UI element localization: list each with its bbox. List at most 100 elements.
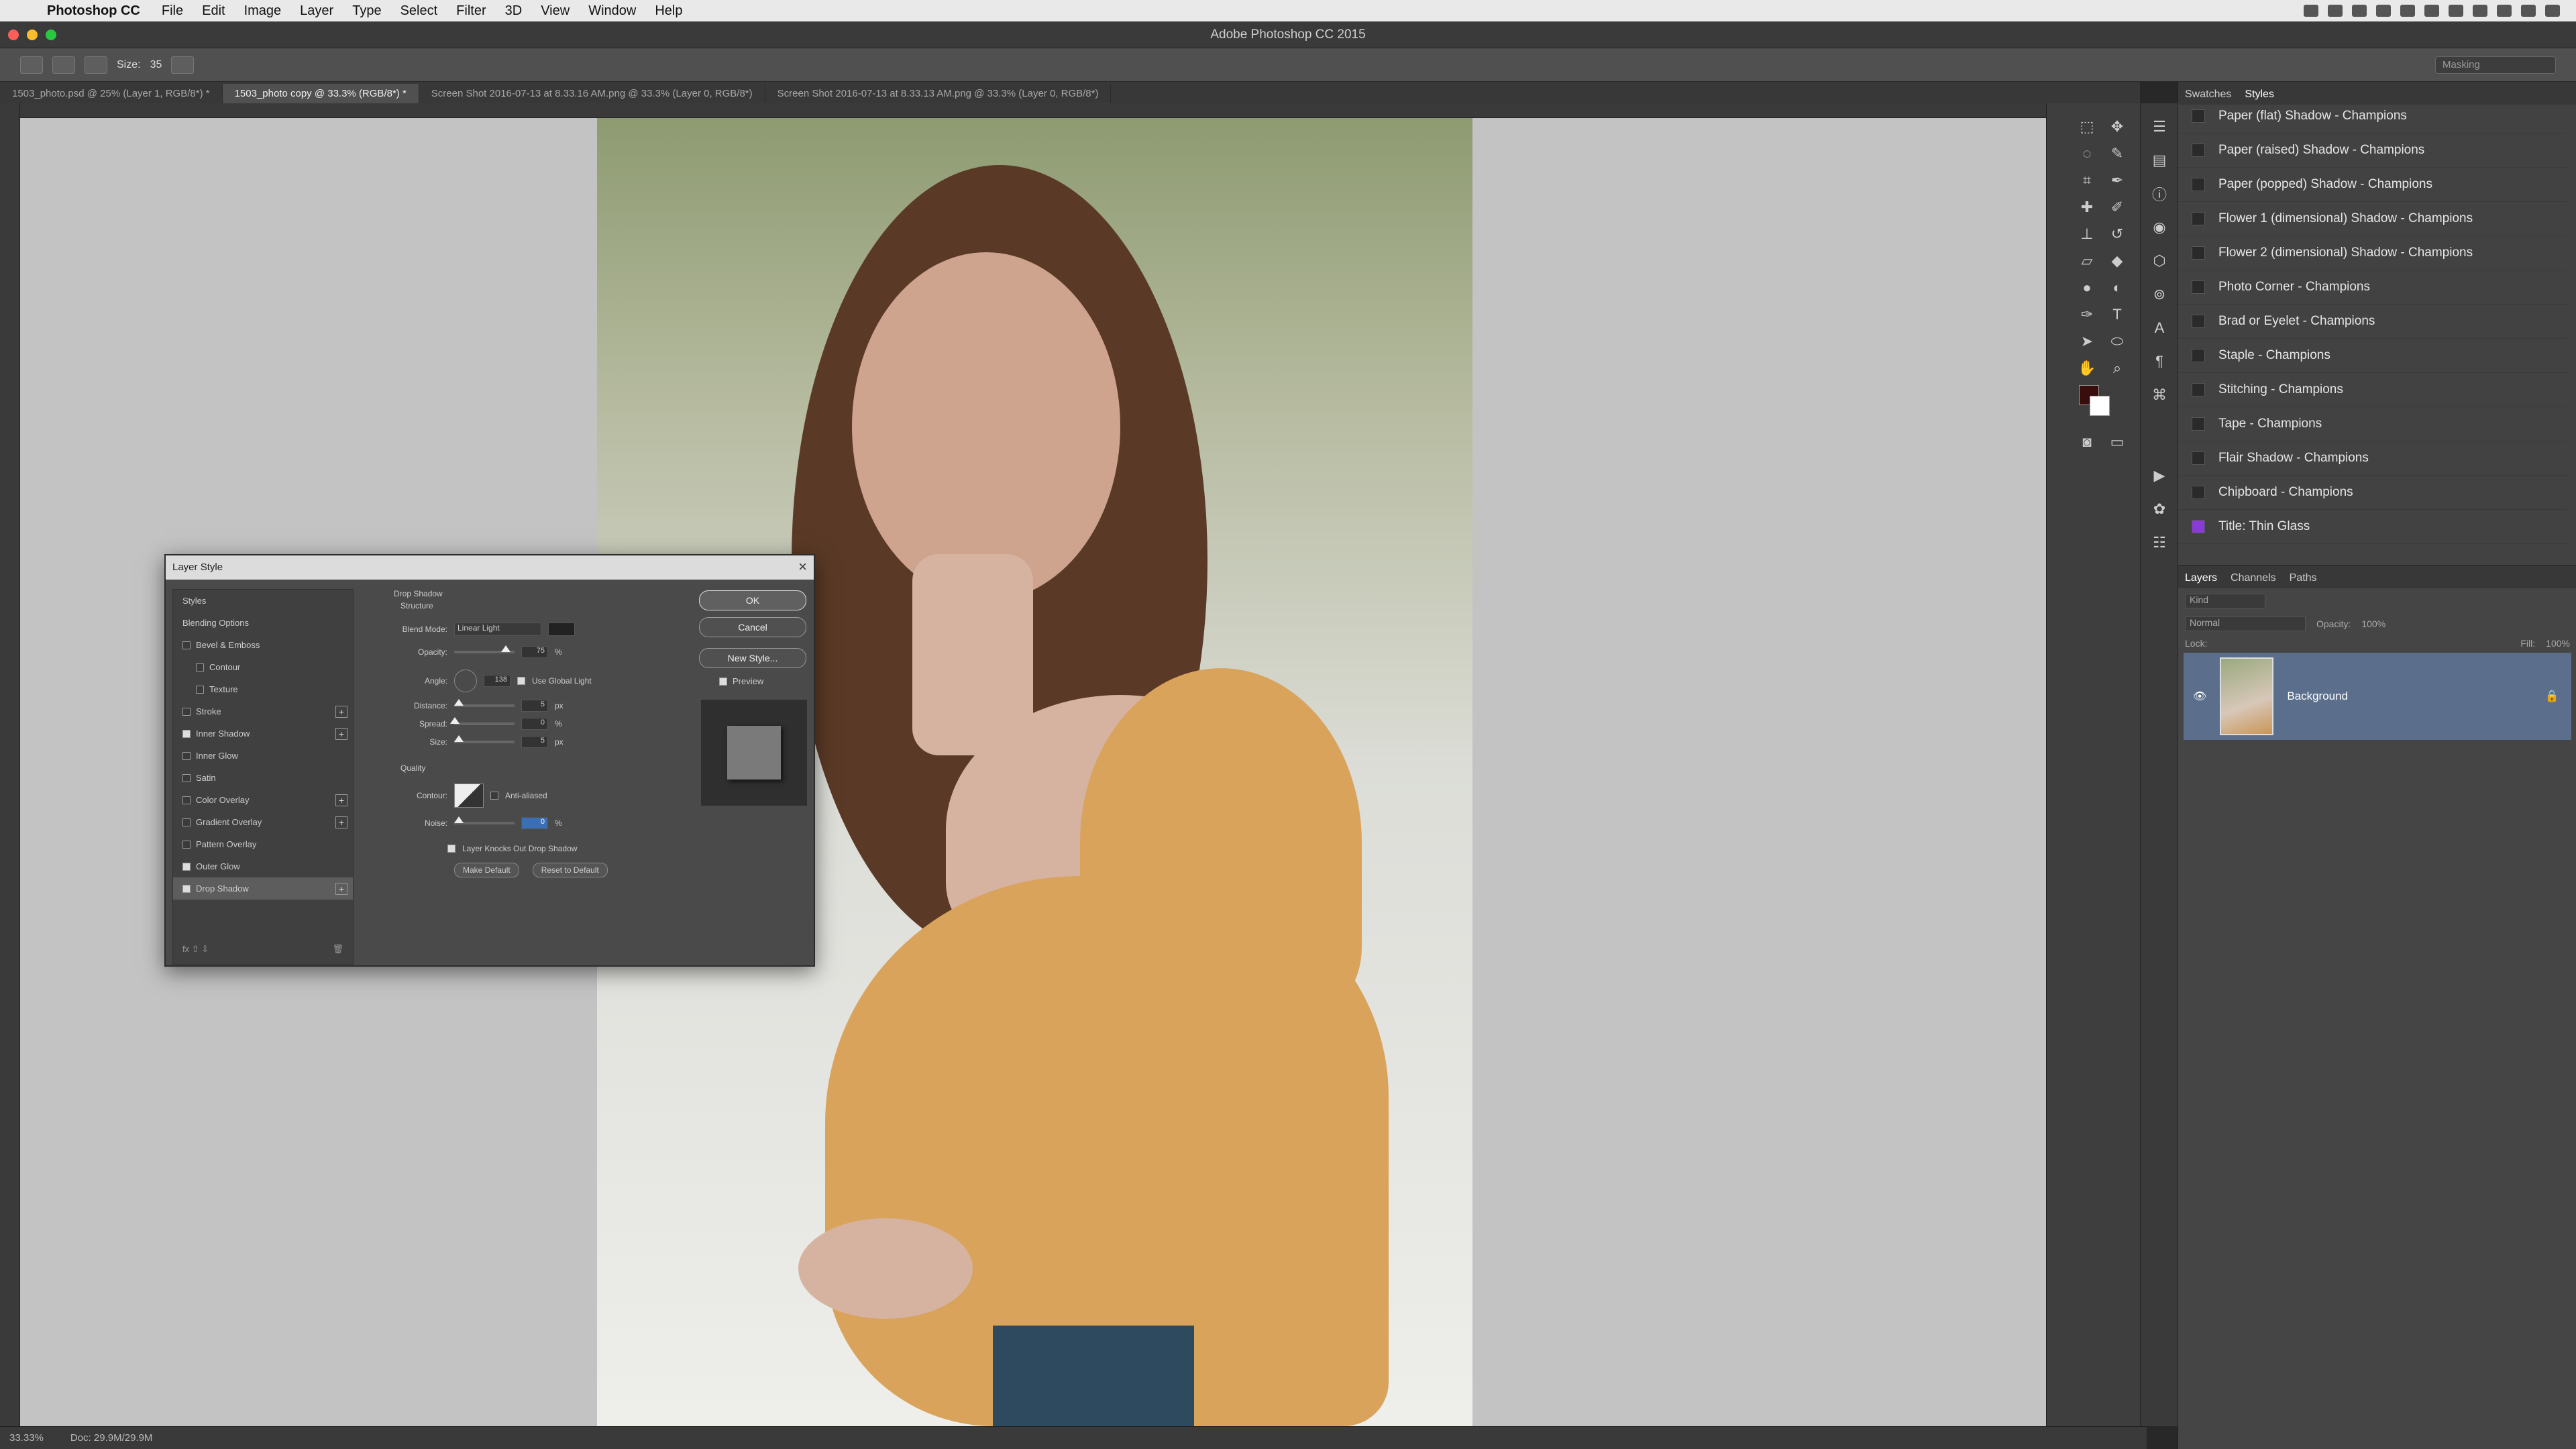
effect-satin[interactable]: Satin (173, 767, 353, 789)
brush-presets-icon[interactable]: ✿ (2149, 499, 2169, 519)
effect-checkbox[interactable] (182, 751, 191, 760)
size-knob[interactable] (454, 735, 464, 742)
brush-preset-icon[interactable] (20, 56, 43, 74)
size-slider[interactable] (454, 735, 515, 743)
pen-tool-icon[interactable]: ✑ (2077, 305, 2097, 325)
wifi-icon[interactable] (2473, 5, 2487, 17)
eyedropper-tool-icon[interactable]: ✒ (2107, 170, 2127, 191)
effect-checkbox[interactable] (196, 685, 204, 694)
effect-gradient-overlay[interactable]: Gradient Overlay + (173, 811, 353, 833)
history-panel-icon[interactable]: ☰ (2149, 117, 2169, 137)
effect-styles[interactable]: Styles (173, 590, 353, 612)
brush-settings-icon[interactable] (171, 56, 195, 74)
opacity-slider[interactable] (454, 645, 515, 653)
noise-input[interactable]: 0 (521, 817, 548, 829)
notification-icon[interactable] (2352, 5, 2367, 17)
tab-layers[interactable]: Layers (2185, 572, 2217, 588)
distance-slider[interactable] (454, 699, 515, 707)
path-select-tool-icon[interactable]: ➤ (2077, 331, 2097, 352)
effect-color-overlay[interactable]: Color Overlay + (173, 789, 353, 811)
doc-tab[interactable]: Screen Shot 2016-07-13 at 8.33.13 AM.png… (765, 84, 1112, 103)
style-item[interactable]: Tape - Champions (2178, 407, 2567, 441)
effect-pattern-overlay[interactable]: Pattern Overlay (173, 833, 353, 855)
info-panel-icon[interactable]: ⓘ (2149, 184, 2169, 204)
add-effect-button[interactable]: + (335, 705, 347, 718)
effect-checkbox[interactable] (182, 707, 191, 716)
effect-checkbox[interactable] (182, 862, 191, 871)
preview-checkbox[interactable] (719, 677, 727, 686)
3d-panel-icon[interactable]: ◉ (2149, 217, 2169, 237)
workspace-search[interactable]: Masking (2435, 56, 2556, 74)
time-machine-icon[interactable] (2424, 5, 2439, 17)
effect-contour[interactable]: Contour (173, 656, 353, 678)
ruler-horizontal[interactable] (20, 103, 2046, 118)
bookmark-icon[interactable] (2328, 5, 2343, 17)
shadow-color-swatch[interactable] (548, 623, 575, 636)
effect-checkbox[interactable] (182, 796, 191, 804)
menu-help[interactable]: Help (645, 3, 692, 19)
opacity-value[interactable]: 100% (2361, 619, 2385, 629)
creative-cloud-icon[interactable] (2304, 5, 2318, 17)
fill-value[interactable]: 100% (2546, 638, 2570, 649)
character-panel-icon[interactable]: A (2149, 318, 2169, 338)
brush-add-icon[interactable] (85, 56, 107, 74)
effect-inner-shadow[interactable]: Inner Shadow + (173, 722, 353, 745)
new-style-button[interactable]: New Style... (699, 648, 806, 668)
spread-knob[interactable] (450, 717, 460, 724)
opacity-input[interactable]: 75 (521, 646, 548, 658)
make-default-button[interactable]: Make Default (454, 863, 519, 877)
distance-input[interactable]: 5 (521, 700, 548, 712)
blend-mode-select[interactable]: Linear Light (454, 623, 541, 636)
list-icon[interactable] (2545, 5, 2560, 17)
app-menu[interactable]: Photoshop CC (40, 3, 152, 19)
style-item[interactable]: Flower 1 (dimensional) Shadow - Champion… (2178, 202, 2567, 236)
minimize-window-button[interactable] (27, 30, 38, 40)
healing-tool-icon[interactable]: ✚ (2077, 197, 2097, 217)
close-icon[interactable]: × (798, 558, 807, 576)
menu-view[interactable]: View (531, 3, 579, 19)
eraser-tool-icon[interactable]: ▱ (2077, 251, 2097, 271)
cube-panel-icon[interactable]: ⬡ (2149, 251, 2169, 271)
style-item[interactable]: Paper (raised) Shadow - Champions (2178, 133, 2567, 168)
global-light-checkbox[interactable] (517, 677, 525, 685)
effect-texture[interactable]: Texture (173, 678, 353, 700)
tab-channels[interactable]: Channels (2231, 572, 2276, 588)
doc-tab[interactable]: 1503_photo.psd @ 25% (Layer 1, RGB/8*) * (0, 84, 223, 103)
style-item[interactable]: Paper (popped) Shadow - Champions (2178, 168, 2567, 202)
blend-mode-select[interactable]: Normal (2185, 616, 2306, 631)
distance-knob[interactable] (454, 699, 464, 706)
volume-icon[interactable] (2400, 5, 2415, 17)
menu-type[interactable]: Type (343, 3, 390, 19)
angle-input[interactable]: 138 (484, 675, 511, 687)
shape-tool-icon[interactable]: ⬭ (2107, 331, 2127, 352)
menu-image[interactable]: Image (235, 3, 291, 19)
move-tool-icon[interactable]: ✥ (2107, 117, 2127, 137)
ok-button[interactable]: OK (699, 590, 806, 610)
effect-checkbox[interactable] (196, 663, 204, 672)
doc-tab-active[interactable]: 1503_photo copy @ 33.3% (RGB/8*) * (222, 84, 419, 103)
effect-checkbox[interactable] (182, 840, 191, 849)
ruler-vertical[interactable] (0, 103, 20, 1432)
style-item[interactable]: Chipboard - Champions (2178, 476, 2567, 510)
background-color-swatch[interactable] (2090, 396, 2110, 416)
effect-checkbox[interactable] (182, 729, 191, 738)
zoom-window-button[interactable] (46, 30, 56, 40)
effect-inner-glow[interactable]: Inner Glow (173, 745, 353, 767)
style-item[interactable]: Paper (flat) Shadow - Champions (2178, 99, 2567, 133)
size-input[interactable]: 5 (521, 736, 548, 748)
menu-filter[interactable]: Filter (447, 3, 495, 19)
spread-input[interactable]: 0 (521, 718, 548, 730)
menu-edit[interactable]: Edit (193, 3, 234, 19)
effect-checkbox[interactable] (182, 884, 191, 893)
blur-tool-icon[interactable]: ● (2077, 278, 2097, 298)
fx-icon[interactable]: fx ⇧ ⇩ (182, 944, 209, 955)
adjustments-icon[interactable]: ☷ (2149, 533, 2169, 553)
glyphs-panel-icon[interactable]: ⌘ (2149, 385, 2169, 405)
brush-tool-icon[interactable]: ✐ (2107, 197, 2127, 217)
angle-dial[interactable] (454, 669, 477, 692)
add-effect-button[interactable]: + (335, 882, 347, 895)
knockout-checkbox[interactable] (447, 845, 455, 853)
spread-slider[interactable] (450, 717, 515, 725)
effect-checkbox[interactable] (182, 818, 191, 826)
menu-3d[interactable]: 3D (496, 3, 532, 19)
